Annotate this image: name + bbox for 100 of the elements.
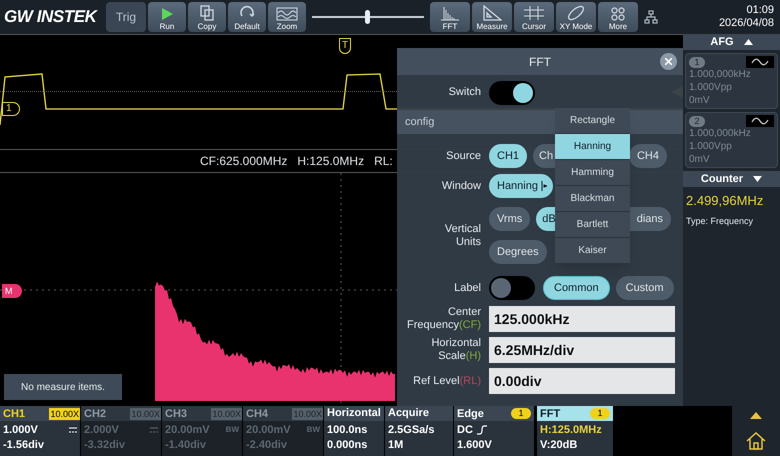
bandwidth-limit: BW	[226, 424, 239, 436]
option-chip[interactable]: Common	[543, 276, 610, 300]
value-field[interactable]: 6.25MHz/div	[489, 337, 675, 363]
copy-icon	[199, 5, 215, 21]
fft-box[interactable]: FFT 1 H:125.0MHz V:20dB	[537, 406, 613, 456]
network-icon[interactable]	[644, 10, 658, 24]
coupling-icon	[69, 427, 77, 433]
channel-scale: 2.000V	[84, 424, 119, 436]
channel-offset: -3.32div	[83, 438, 126, 451]
horizontal-box[interactable]: Horizontal 100.0ns 0.000ns	[324, 406, 384, 456]
channel-box[interactable]: CH3 10.00X 20.00mV BW -1.40div	[162, 406, 242, 456]
menu-item[interactable]: Kaiser	[555, 238, 630, 264]
fft-vertical: V:20dB	[539, 438, 578, 451]
coupling-icon	[150, 427, 158, 433]
afg-amplitude: 1.000Vpp	[689, 81, 733, 94]
option-chip[interactable]: Degrees	[489, 240, 547, 264]
fft-horizontal: H:125.0MHz	[539, 423, 603, 436]
option-chip[interactable]: Custom	[616, 276, 674, 300]
counter-title: Counter	[700, 172, 744, 187]
field-label: Center Frequency(CF)	[406, 306, 481, 332]
menu-item[interactable]: Blackman	[555, 186, 630, 212]
toolbar-button[interactable]: Run	[148, 2, 186, 32]
trigger-level: 1.600V	[456, 438, 493, 451]
fft-readout: H:125.0MHz	[297, 153, 364, 170]
afg-card[interactable]: 2 1.000,000kHz 1.000Vpp 0mV	[685, 112, 778, 168]
trig-button[interactable]: Trig	[106, 2, 146, 32]
field-label: Ref Level(RL)	[412, 374, 481, 388]
close-button[interactable]	[660, 53, 677, 70]
afg-offset: 0mV	[689, 153, 711, 166]
counter-value: 2.499,96MHz	[685, 192, 764, 210]
sine-icon	[746, 115, 774, 127]
toolbar-button[interactable]: Measure	[472, 2, 512, 32]
option-chip[interactable]: CH1	[489, 144, 528, 168]
window-dropdown[interactable]: Hanning	[489, 174, 553, 198]
channel-box[interactable]: CH1 10.00X 1.000V -1.56div	[0, 406, 80, 456]
toolbar-button[interactable]: Zoom	[268, 2, 306, 32]
box-value: 2.5GSa/s	[387, 423, 436, 436]
clock-date: 2026/04/08	[718, 17, 774, 30]
toolbar-button[interactable]: XY Mode	[556, 2, 596, 32]
menu-item[interactable]: Hanning	[555, 134, 630, 160]
channel-name: CH2	[84, 408, 106, 420]
sine-icon	[746, 56, 774, 68]
afg-frequency: 1.000,000kHz	[689, 127, 752, 140]
channel-box[interactable]: CH2 10.00X 2.000V -3.32div	[81, 406, 161, 456]
afg-card[interactable]: 1 1.000,000kHz 1.000Vpp 0mV	[685, 53, 778, 109]
caret-icon	[540, 181, 547, 191]
field-label: Window	[440, 178, 481, 194]
afg-title: AFG	[710, 34, 734, 50]
toolbar-button[interactable]: Copy	[188, 2, 226, 32]
menu-item[interactable]: Hamming	[555, 160, 630, 186]
counter-type: Type: Frequency	[685, 214, 754, 228]
toolbar-button[interactable]: FFT	[430, 2, 470, 32]
channel-name: CH1	[3, 408, 26, 420]
toolbar-button[interactable]: More	[598, 2, 638, 32]
channel-box[interactable]: CH4 10.00X 20.00mV BW -2.40div	[243, 406, 323, 456]
caret-up-icon[interactable]	[750, 412, 762, 420]
brand-logo: GW INSTEK	[4, 6, 99, 28]
channel-scale: 20.00mV	[246, 424, 291, 436]
bandwidth-limit: BW	[306, 424, 320, 436]
probe-ratio: 10.00X	[49, 408, 80, 420]
channel-scale: 1.000V	[3, 424, 38, 436]
afg-offset: 0mV	[689, 94, 711, 107]
field-label: Source	[445, 148, 481, 164]
field-label: Switch	[448, 85, 481, 100]
toolbar-button[interactable]: Default	[228, 2, 266, 32]
menu-item[interactable]: Bartlett	[555, 212, 630, 238]
channel-offset: -1.56div	[2, 438, 45, 451]
trigger-marker: T	[339, 38, 351, 54]
acquire-box[interactable]: Acquire 2.5GSa/s 1M	[385, 406, 453, 456]
value-field[interactable]: 125.000kHz	[489, 306, 675, 332]
toggle-switch[interactable]	[489, 276, 535, 300]
channel-number: 1	[689, 56, 705, 68]
channel-marker: 1	[2, 102, 20, 116]
caret-up-icon	[744, 39, 753, 45]
panel-header[interactable]: Counter	[683, 171, 780, 187]
ellipse-icon	[566, 5, 586, 21]
field-label: Vertical Units	[444, 222, 481, 248]
source-badge: 1	[511, 408, 531, 419]
channel-number: 2	[689, 116, 705, 126]
caret-down-icon	[753, 176, 762, 182]
panel-header[interactable]: AFG	[683, 34, 780, 50]
trigger-box[interactable]: Edge 1 DC 1.600V	[454, 406, 534, 456]
trigger-coupling: DC	[457, 424, 473, 436]
box-value: 100.0ns	[326, 423, 368, 436]
box-title: FFT	[540, 408, 560, 420]
home-icon[interactable]	[746, 432, 766, 450]
option-chip[interactable]: Vrms	[489, 207, 530, 231]
value-field[interactable]: 0.00div	[489, 368, 675, 394]
toolbar-button[interactable]: Cursor	[514, 2, 554, 32]
afg-frequency: 1.000,000kHz	[689, 68, 752, 81]
source-badge: 1	[590, 408, 610, 419]
channel-scale: 20.00mV	[165, 424, 210, 436]
box-value: 0.000ns	[326, 438, 368, 451]
toggle-switch[interactable]	[489, 80, 535, 104]
math-marker: M	[2, 284, 22, 298]
field-label: Horizontal Scale(H)	[430, 337, 481, 363]
wave-box-icon	[276, 7, 298, 21]
grid-icon	[523, 5, 545, 21]
slider-thumb[interactable]	[364, 10, 370, 24]
option-chip[interactable]: CH4	[628, 144, 667, 168]
